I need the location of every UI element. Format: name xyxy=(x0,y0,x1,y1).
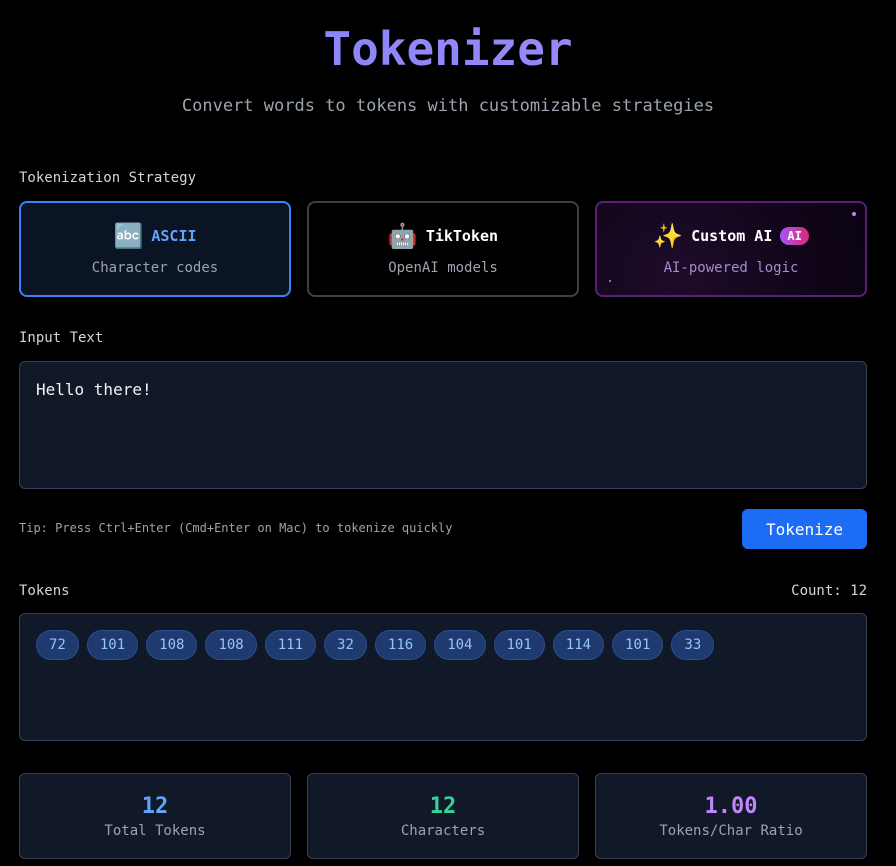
strategy-label: Tokenization Strategy xyxy=(19,170,197,186)
token-chip: 116 xyxy=(374,630,427,660)
tokens-output: 72 101 108 108 111 32 116 104 101 114 101 33 xyxy=(19,613,867,741)
stat-value: 1.00 xyxy=(704,793,758,819)
stat-characters: 12 Characters xyxy=(307,773,579,859)
ai-badge: AI xyxy=(780,227,809,245)
stat-ratio: 1.00 Tokens/Char Ratio xyxy=(595,773,867,859)
token-chip: 111 xyxy=(264,630,317,660)
token-chip: 101 xyxy=(493,630,545,660)
strategy-name: ASCII xyxy=(151,227,197,245)
strategy-option-tiktoken[interactable]: 🤖 TikToken OpenAI models xyxy=(307,201,579,297)
stat-value: 12 xyxy=(141,793,169,819)
sparkle-dot xyxy=(609,280,611,282)
robot-icon: 🤖 xyxy=(387,222,418,250)
stat-value: 12 xyxy=(429,793,457,819)
strategy-description: AI-powered logic xyxy=(663,260,799,276)
strategy-name: Custom AI xyxy=(691,227,773,245)
strategy-name: TikToken xyxy=(425,227,499,245)
token-chip: 101 xyxy=(612,630,664,660)
tokens-label: Tokens xyxy=(19,583,70,599)
tokenize-button[interactable]: Tokenize xyxy=(742,509,867,549)
token-count: Count: 12 xyxy=(791,583,867,599)
sparkle-dot xyxy=(852,212,856,216)
input-textarea[interactable]: Hello there! xyxy=(19,361,867,489)
strategy-description: Character codes xyxy=(91,260,219,276)
page-subtitle: Convert words to tokens with customizabl… xyxy=(181,96,715,116)
stat-label: Total Tokens xyxy=(104,822,206,839)
token-chip: 72 xyxy=(36,630,79,660)
stat-label: Tokens/Char Ratio xyxy=(659,822,803,839)
strategy-option-ascii[interactable]: 🔤 ASCII Character codes xyxy=(19,201,291,297)
token-chip: 114 xyxy=(552,630,605,660)
token-chip: 104 xyxy=(434,630,486,660)
token-chip: 32 xyxy=(324,630,367,660)
stat-total-tokens: 12 Total Tokens xyxy=(19,773,291,859)
token-chip: 108 xyxy=(205,630,257,660)
strategy-option-custom-ai[interactable]: ✨ Custom AI AI AI-powered logic xyxy=(595,201,867,297)
keyboard-tip: Tip: Press Ctrl+Enter (Cmd+Enter on Mac)… xyxy=(19,521,453,535)
token-chip: 101 xyxy=(86,630,139,660)
page-title: Tokenizer xyxy=(0,22,896,76)
input-label: Input Text xyxy=(19,330,104,346)
stat-label: Characters xyxy=(400,822,486,839)
sparkles-icon: ✨ xyxy=(653,222,684,250)
strategy-description: OpenAI models xyxy=(388,260,498,276)
abc-icon: 🔤 xyxy=(113,222,144,250)
token-chip: 108 xyxy=(146,630,198,660)
token-chip: 33 xyxy=(671,630,715,660)
